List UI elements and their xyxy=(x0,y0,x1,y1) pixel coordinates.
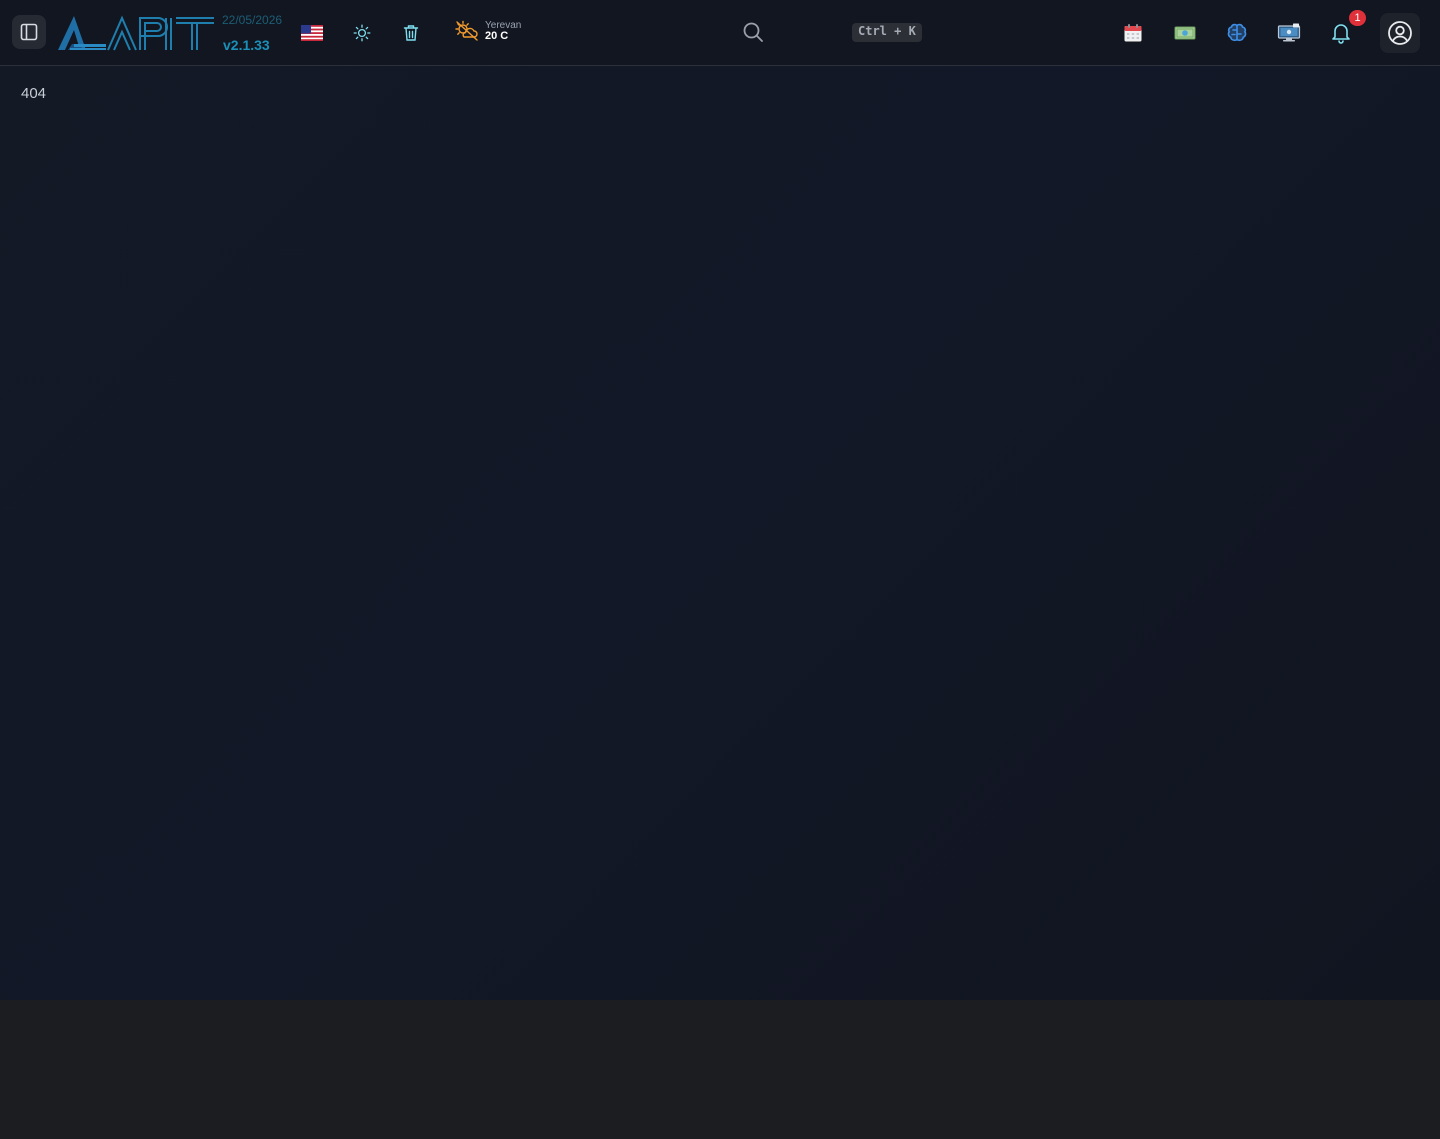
computer-icon xyxy=(1277,23,1301,42)
cloud-sun-icon xyxy=(455,20,478,41)
sidebar-icon xyxy=(20,23,38,41)
search-icon xyxy=(743,22,763,42)
search-shortcut-hint: Ctrl + K xyxy=(852,23,922,42)
theme-toggle-button[interactable] xyxy=(349,20,375,46)
notification-count-badge: 1 xyxy=(1349,10,1366,26)
user-menu-button[interactable] xyxy=(1380,13,1420,53)
brain-icon xyxy=(1227,23,1247,42)
clear-cache-button[interactable] xyxy=(398,20,424,46)
weather-widget[interactable]: Yerevan 20 C xyxy=(455,20,521,42)
language-button[interactable] xyxy=(299,20,325,46)
money-icon xyxy=(1174,26,1196,40)
not-found-message: 404 xyxy=(21,85,47,102)
notifications-button[interactable] xyxy=(1328,20,1354,46)
finance-button[interactable] xyxy=(1172,20,1198,46)
weather-temperature: 20 C xyxy=(485,30,509,42)
sun-icon xyxy=(353,24,371,42)
us-flag-icon xyxy=(301,25,323,41)
user-circle-icon xyxy=(1388,21,1412,45)
current-date: 22/05/2026 xyxy=(222,13,283,27)
app-window: 22/05/2026 v2.1.33 Yerevan 20 C Ctrl + K… xyxy=(0,0,1440,1000)
sidebar-toggle-button[interactable] xyxy=(12,15,46,49)
trash-icon xyxy=(403,25,419,41)
bell-icon xyxy=(1332,24,1350,44)
calendar-icon xyxy=(1124,24,1142,42)
search-button[interactable] xyxy=(742,21,764,48)
remote-desktop-button[interactable] xyxy=(1276,20,1302,46)
app-version: v2.1.33 xyxy=(223,37,270,53)
apit-logo xyxy=(58,15,214,51)
top-bar: 22/05/2026 v2.1.33 Yerevan 20 C Ctrl + K… xyxy=(0,0,1440,66)
calendar-button[interactable] xyxy=(1120,20,1146,46)
ai-assistant-button[interactable] xyxy=(1224,20,1250,46)
